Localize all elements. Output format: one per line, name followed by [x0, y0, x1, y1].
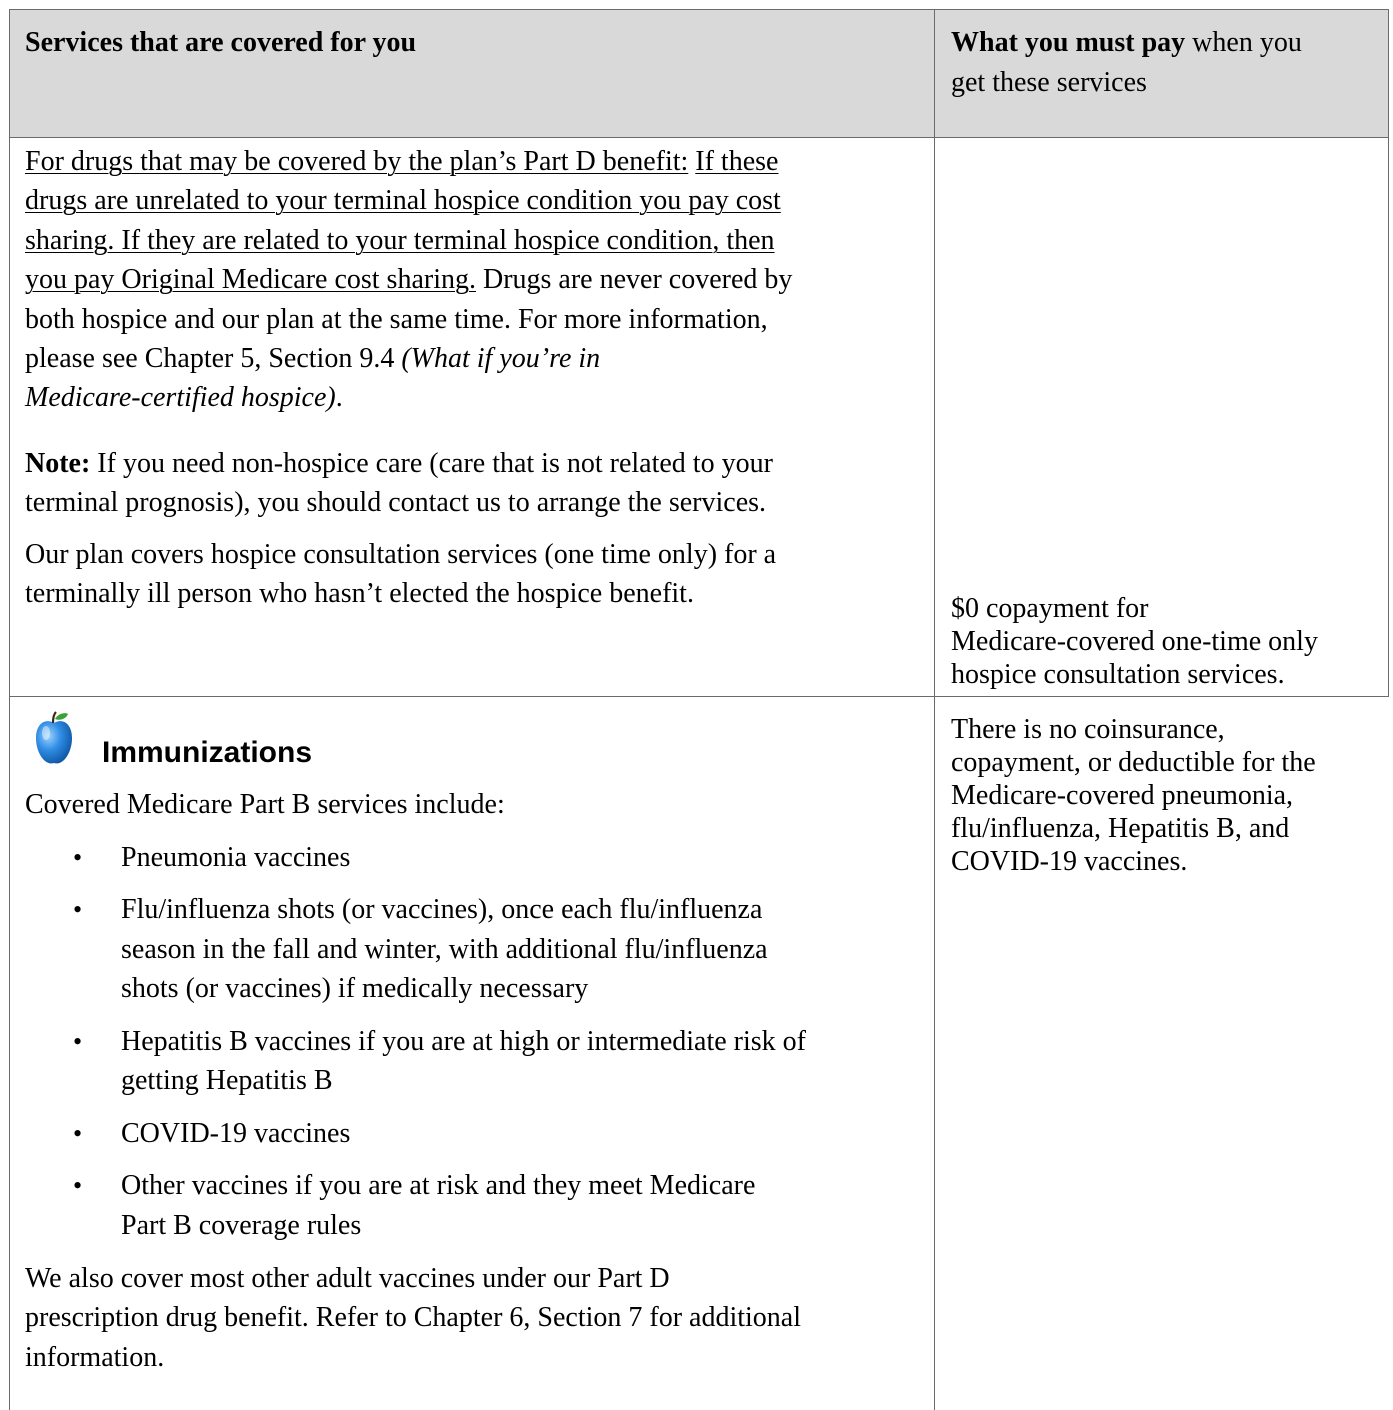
- hospice-consult-line1: Our plan covers hospice consultation ser…: [25, 539, 777, 570]
- hospice-note-line2: terminal prognosis), you should contact …: [25, 487, 767, 518]
- immunizations-intro: Covered Medicare Part B services include…: [25, 789, 505, 820]
- immunization-item-covid: COVID-19 vaccines: [121, 1118, 351, 1149]
- immunization-item-hepb-line2: getting Hepatitis B: [121, 1065, 333, 1096]
- immunization-item-flu-line3: shots (or vaccines) if medically necessa…: [121, 973, 589, 1004]
- benefits-table: Services that are covered for you What y…: [9, 9, 1389, 1410]
- bullet-icon: •: [73, 1171, 83, 1200]
- header-what-you-pay: What you must pay when you: [951, 27, 1302, 58]
- immunizations-pay-line5: COVID-19 vaccines.: [951, 846, 1188, 877]
- bullet-icon: •: [73, 843, 83, 872]
- row-divider: [9, 696, 1389, 697]
- immunization-item-flu-line1: Flu/influenza shots (or vaccines), once …: [121, 894, 763, 925]
- header-services-covered: Services that are covered for you: [25, 27, 417, 58]
- immunization-item-flu-line2: season in the fall and winter, with addi…: [121, 934, 768, 965]
- hospice-drug-paragraph-line4: you pay Original Medicare cost sharing. …: [25, 264, 793, 295]
- immunizations-footer-line2: prescription drug benefit. Refer to Chap…: [25, 1302, 802, 1333]
- bullet-icon: •: [73, 1027, 83, 1056]
- hospice-pay-line1: $0 copayment for: [951, 593, 1149, 624]
- column-divider: [934, 9, 935, 1410]
- header-what-you-pay-line2: get these services: [951, 67, 1147, 98]
- hospice-pay-line2: Medicare-covered one-time only: [951, 626, 1318, 657]
- bullet-icon: •: [73, 895, 83, 924]
- hospice-drug-paragraph-line2: drugs are unrelated to your terminal hos…: [25, 185, 781, 216]
- table-border-left: [9, 9, 10, 1410]
- table-border-top: [9, 9, 1389, 10]
- immunizations-footer-line3: information.: [25, 1342, 165, 1373]
- immunizations-pay-line4: flu/influenza, Hepatitis B, and: [951, 813, 1290, 844]
- apple-icon: [36, 711, 72, 764]
- immunizations-pay-line3: Medicare-covered pneumonia,: [951, 780, 1294, 811]
- immunization-item-other-line2: Part B coverage rules: [121, 1210, 362, 1241]
- hospice-drug-paragraph-line1: For drugs that may be covered by the pla…: [25, 146, 779, 177]
- hospice-drug-paragraph-line3: sharing. If they are related to your ter…: [25, 225, 775, 256]
- hospice-drug-paragraph-line6: please see Chapter 5, Section 9.4 (What …: [25, 343, 601, 374]
- immunizations-pay-line2: copayment, or deductible for the: [951, 747, 1316, 778]
- immunizations-title: Immunizations: [102, 736, 313, 769]
- hospice-note-line1: Note: If you need non-hospice care (care…: [25, 448, 773, 479]
- immunizations-footer-line1: We also cover most other adult vaccines …: [25, 1263, 670, 1294]
- header-divider: [9, 137, 1389, 138]
- immunizations-pay-line1: There is no coinsurance,: [951, 714, 1225, 745]
- bullet-icon: •: [73, 1119, 83, 1148]
- hospice-consult-line2: terminally ill person who hasn’t elected…: [25, 578, 694, 609]
- hospice-drug-paragraph-line7: Medicare-certified hospice).: [25, 382, 343, 413]
- immunization-item-hepb-line1: Hepatitis B vaccines if you are at high …: [121, 1026, 807, 1057]
- hospice-drug-paragraph-line5: both hospice and our plan at the same ti…: [25, 304, 768, 335]
- table-border-right: [1388, 9, 1389, 697]
- immunization-item-other-line1: Other vaccines if you are at risk and th…: [121, 1170, 756, 1201]
- immunization-item-pneumonia: Pneumonia vaccines: [121, 842, 351, 873]
- hospice-pay-line3: hospice consultation services.: [951, 659, 1285, 690]
